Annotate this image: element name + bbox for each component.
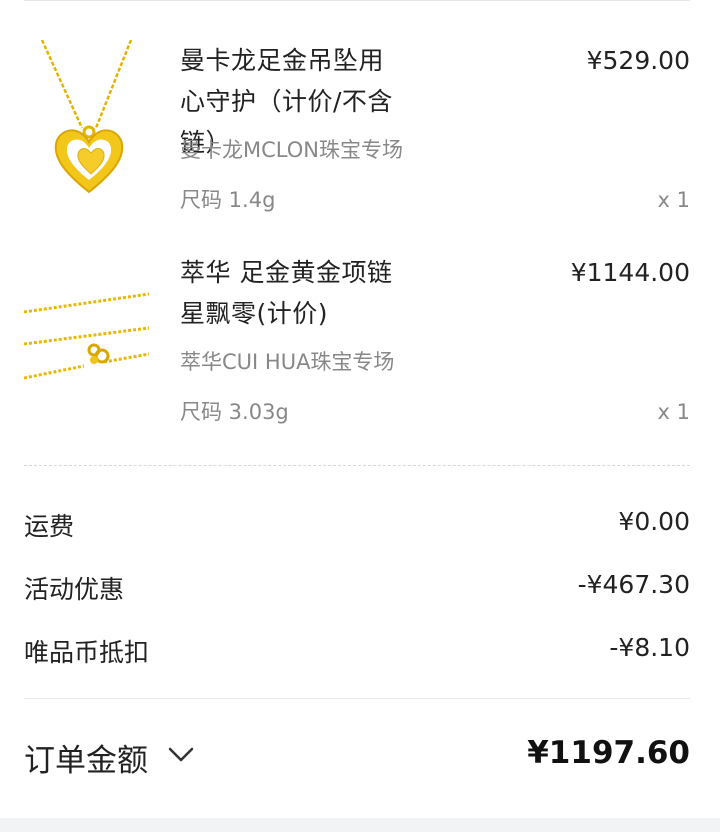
store-name[interactable]: 萃华CUI HUA珠宝专场 xyxy=(180,347,394,377)
promotion-discount-row: 活动优惠 -¥467.30 xyxy=(24,570,690,610)
dashed-divider xyxy=(24,465,690,466)
product-price: ¥1144.00 xyxy=(570,258,690,287)
top-divider xyxy=(24,0,690,1)
heart-pendant-icon xyxy=(40,39,133,194)
coin-deduction-row: 唯品币抵扣 -¥8.10 xyxy=(24,633,690,673)
shipping-fee-label: 运费 xyxy=(24,512,75,541)
coin-deduction-label: 唯品币抵扣 xyxy=(24,638,150,667)
product-quantity: x 1 xyxy=(657,188,690,212)
promotion-discount-label: 活动优惠 xyxy=(24,575,125,604)
promotion-discount-value: -¥467.30 xyxy=(577,570,690,599)
product-image-pendant[interactable] xyxy=(24,39,149,195)
store-name[interactable]: 曼卡龙MCLON珠宝专场 xyxy=(180,135,403,165)
gold-chain-icon xyxy=(23,292,150,380)
bottom-background xyxy=(0,818,720,832)
chevron-down-icon[interactable] xyxy=(166,741,196,767)
solid-divider xyxy=(24,698,690,699)
shipping-fee-value: ¥0.00 xyxy=(618,507,690,536)
shipping-fee-row: 运费 ¥0.00 xyxy=(24,507,690,547)
order-total-label[interactable]: 订单金额 xyxy=(24,735,148,780)
product-title[interactable]: 萃华 足金黄金项链星飘零(计价) xyxy=(180,252,405,334)
product-price: ¥529.00 xyxy=(586,46,690,75)
order-item-2[interactable]: 萃华 足金黄金项链星飘零(计价) ¥1144.00 萃华CUI HUA珠宝专场 … xyxy=(23,252,690,452)
order-total-amount: ¥1197.60 xyxy=(527,735,690,771)
order-total-row[interactable]: 订单金额 ¥1197.60 xyxy=(24,735,690,785)
product-spec: 尺码 1.4g xyxy=(180,188,276,212)
product-image-chain[interactable] xyxy=(23,252,150,407)
product-spec: 尺码 3.03g xyxy=(180,400,289,424)
order-item-1[interactable]: 曼卡龙足金吊坠用心守护（计价/不含链） ¥529.00 曼卡龙MCLON珠宝专场… xyxy=(24,39,690,240)
coin-deduction-value: -¥8.10 xyxy=(609,633,690,662)
product-quantity: x 1 xyxy=(657,400,690,424)
